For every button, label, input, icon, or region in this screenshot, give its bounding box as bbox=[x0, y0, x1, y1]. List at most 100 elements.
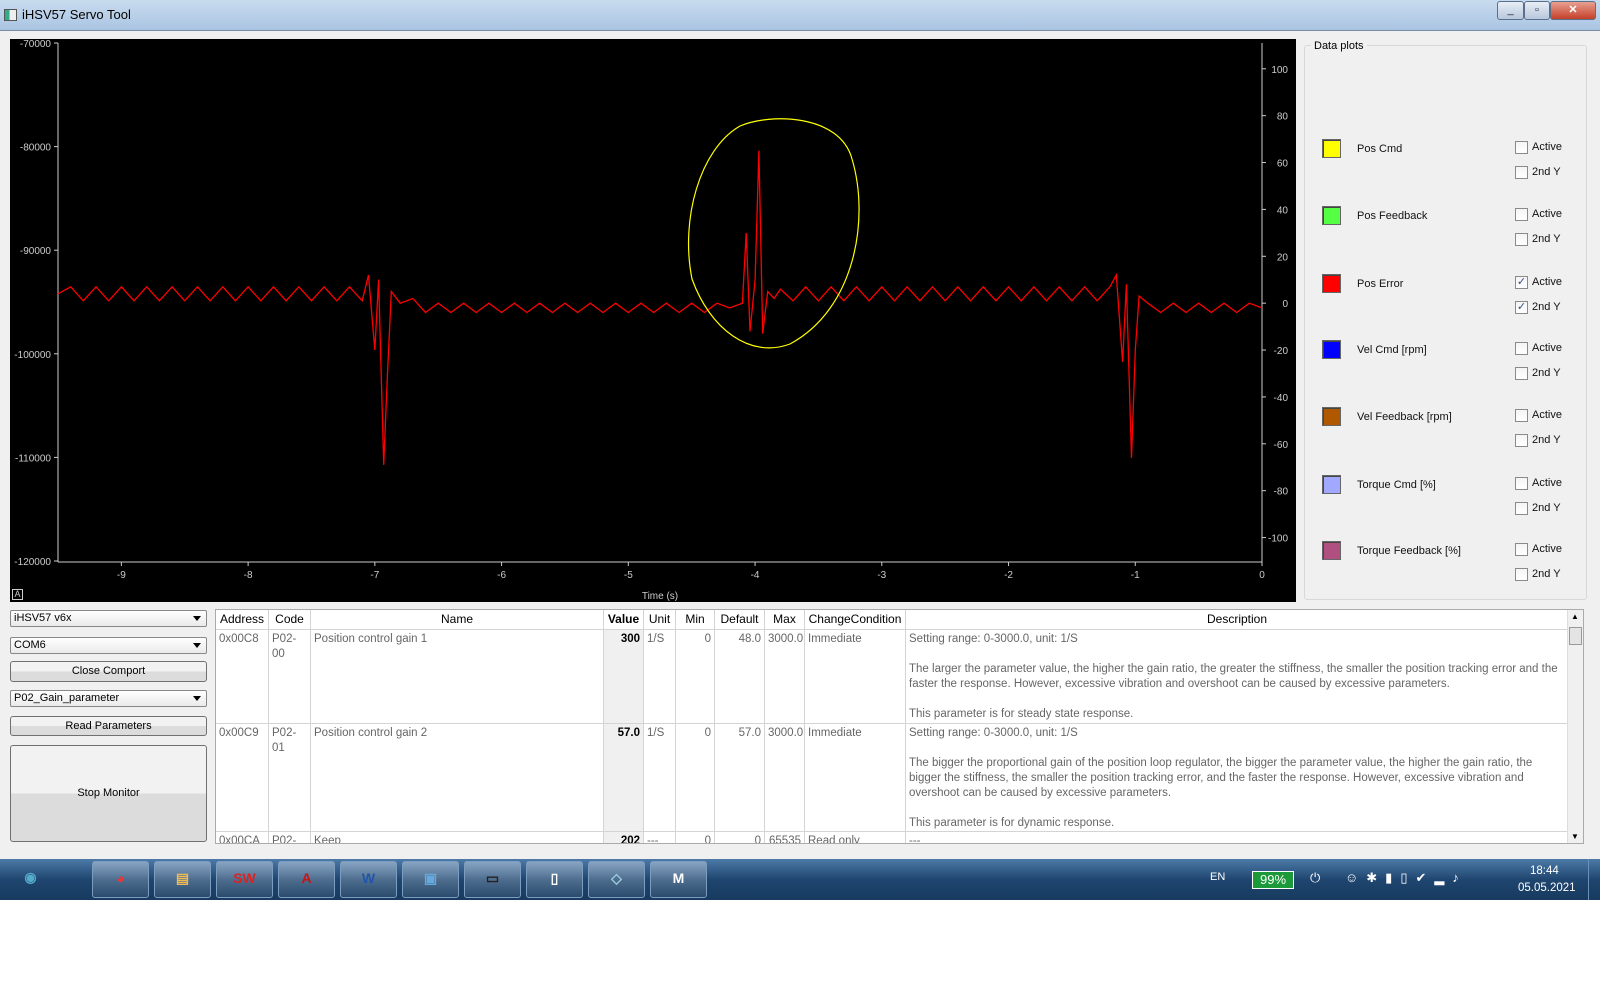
active-checkbox[interactable] bbox=[1515, 477, 1528, 490]
power-plug-icon[interactable]: ⏻ bbox=[1310, 870, 1320, 886]
table-scrollbar[interactable]: ▲ ▼ bbox=[1567, 610, 1583, 843]
cell-description[interactable]: Setting range: 0-3000.0, unit: 1/S The b… bbox=[906, 724, 1569, 832]
taskbar-acrobat[interactable]: A bbox=[278, 861, 335, 898]
cell-min[interactable]: 0 bbox=[676, 630, 715, 724]
y-right-tick-label: -20 bbox=[1274, 346, 1289, 357]
clock-time[interactable]: 18:44 bbox=[1530, 865, 1559, 877]
close-comport-button[interactable]: Close Comport bbox=[10, 661, 207, 682]
taskbar-document-app[interactable]: ◇ bbox=[588, 861, 645, 898]
taskbar-solidworks[interactable]: SW bbox=[216, 861, 273, 898]
column-header[interactable]: Default bbox=[715, 610, 765, 630]
active-checkbox[interactable]: ✓ bbox=[1515, 276, 1528, 289]
taskbar-servo-tool[interactable]: M bbox=[650, 861, 707, 898]
cell-description[interactable]: Setting range: 0-3000.0, unit: 1/S The l… bbox=[906, 630, 1569, 724]
cell-max[interactable]: 3000.0 bbox=[765, 724, 805, 832]
color-swatch[interactable] bbox=[1322, 340, 1341, 359]
second-y-checkbox[interactable] bbox=[1515, 434, 1528, 447]
param-group-select[interactable]: P02_Gain_parameter bbox=[10, 690, 207, 707]
device-select[interactable]: iHSV57 v6x bbox=[10, 610, 207, 627]
color-swatch[interactable] bbox=[1322, 139, 1341, 158]
active-checkbox[interactable] bbox=[1515, 543, 1528, 556]
cell-max[interactable]: 3000.0 bbox=[765, 630, 805, 724]
acrobat-icon: A bbox=[301, 870, 312, 886]
color-swatch[interactable] bbox=[1322, 206, 1341, 225]
close-button[interactable]: ✕ bbox=[1550, 1, 1596, 20]
cell-max[interactable]: 65535 bbox=[765, 832, 805, 843]
second-y-checkbox[interactable] bbox=[1515, 233, 1528, 246]
taskbar-file-explorer[interactable]: ▤ bbox=[154, 861, 211, 898]
cell-change[interactable]: Immediate bbox=[805, 724, 906, 832]
column-header[interactable]: Name bbox=[311, 610, 604, 630]
taskbar: ◉ ◕ ▤ SW A W ▣ ▭ ▯ ◇ M EN 99% ⏻ ☺✱▮▯✔▂♪ 18:44 05.0… bbox=[0, 859, 1600, 900]
cell-unit[interactable]: 1/S bbox=[644, 724, 676, 832]
cell-value[interactable]: 202 bbox=[604, 832, 644, 843]
taskbar-chrome[interactable]: ◕ bbox=[92, 861, 149, 898]
color-swatch[interactable] bbox=[1322, 274, 1341, 293]
tray-icons[interactable]: ☺✱▮▯✔▂♪ bbox=[1345, 870, 1467, 886]
column-header[interactable]: Code bbox=[269, 610, 311, 630]
cell-address[interactable]: 0x00CA bbox=[216, 832, 269, 843]
cell-default[interactable]: 48.0 bbox=[715, 630, 765, 724]
taskbar-windows-start[interactable]: ◉ bbox=[2, 861, 59, 898]
cell-min[interactable]: 0 bbox=[676, 832, 715, 843]
second-y-checkbox[interactable]: ✓ bbox=[1515, 301, 1528, 314]
second-y-checkbox[interactable] bbox=[1515, 502, 1528, 515]
column-header[interactable]: Address bbox=[216, 610, 269, 630]
column-header[interactable]: Max bbox=[765, 610, 805, 630]
active-checkbox[interactable] bbox=[1515, 409, 1528, 422]
language-indicator[interactable]: EN bbox=[1210, 871, 1225, 883]
second-y-checkbox[interactable] bbox=[1515, 367, 1528, 380]
column-header[interactable]: Description bbox=[906, 610, 1569, 630]
clock-date[interactable]: 05.05.2021 bbox=[1518, 882, 1576, 894]
cell-address[interactable]: 0x00C9 bbox=[216, 724, 269, 832]
taskbar-word[interactable]: W bbox=[340, 861, 397, 898]
cell-default[interactable]: 57.0 bbox=[715, 724, 765, 832]
cell-name[interactable]: Keep bbox=[311, 832, 604, 843]
active-checkbox[interactable] bbox=[1515, 342, 1528, 355]
cell-code[interactable]: P02-02 bbox=[269, 832, 311, 843]
cell-min[interactable]: 0 bbox=[676, 724, 715, 832]
taskbar-notepad[interactable]: ▯ bbox=[526, 861, 583, 898]
active-checkbox[interactable] bbox=[1515, 141, 1528, 154]
cell-description[interactable]: --- bbox=[906, 832, 1569, 843]
color-swatch[interactable] bbox=[1322, 407, 1341, 426]
stop-monitor-button[interactable]: Stop Monitor bbox=[10, 745, 207, 842]
autoscale-icon[interactable]: A bbox=[12, 589, 23, 600]
cell-unit[interactable]: --- bbox=[644, 832, 676, 843]
cell-value[interactable]: 300 bbox=[604, 630, 644, 724]
y-right-tick-label: -60 bbox=[1274, 440, 1289, 451]
cell-address[interactable]: 0x00C8 bbox=[216, 630, 269, 724]
port-select[interactable]: COM6 bbox=[10, 637, 207, 654]
read-parameters-button[interactable]: Read Parameters bbox=[10, 716, 207, 736]
active-checkbox[interactable] bbox=[1515, 208, 1528, 221]
taskbar-photo-viewer[interactable]: ▣ bbox=[402, 861, 459, 898]
show-desktop-button[interactable] bbox=[1588, 859, 1600, 900]
cell-change[interactable]: Immediate bbox=[805, 630, 906, 724]
taskbar-terminal[interactable]: ▭ bbox=[464, 861, 521, 898]
cell-default[interactable]: 0 bbox=[715, 832, 765, 843]
scroll-down-icon[interactable]: ▼ bbox=[1571, 832, 1579, 841]
scroll-up-icon[interactable]: ▲ bbox=[1571, 612, 1579, 621]
maximize-button[interactable]: ▫ bbox=[1524, 1, 1550, 20]
column-header[interactable]: Min bbox=[676, 610, 715, 630]
scrollbar-thumb[interactable] bbox=[1569, 627, 1582, 645]
y-left-tick-label: -70000 bbox=[20, 39, 52, 50]
color-swatch[interactable] bbox=[1322, 541, 1341, 560]
color-swatch[interactable] bbox=[1322, 475, 1341, 494]
minimize-button[interactable]: _ bbox=[1497, 1, 1524, 20]
y-left-tick-label: -110000 bbox=[15, 453, 51, 464]
second-y-checkbox[interactable] bbox=[1515, 166, 1528, 179]
column-header[interactable]: Value bbox=[604, 610, 644, 630]
plot-area[interactable]: -9 -8 -7 -6 -5 -4 -3 -2 -1 0 -70000 -80000 -90000 -10… bbox=[10, 39, 1296, 602]
column-header[interactable]: ChangeCondition bbox=[805, 610, 906, 630]
cell-code[interactable]: P02-01 bbox=[269, 724, 311, 832]
cell-unit[interactable]: 1/S bbox=[644, 630, 676, 724]
column-header[interactable]: Unit bbox=[644, 610, 676, 630]
cell-code[interactable]: P02-00 bbox=[269, 630, 311, 724]
second-y-checkbox[interactable] bbox=[1515, 568, 1528, 581]
battery-indicator[interactable]: 99% bbox=[1252, 871, 1294, 889]
cell-name[interactable]: Position control gain 2 bbox=[311, 724, 604, 832]
cell-name[interactable]: Position control gain 1 bbox=[311, 630, 604, 724]
cell-value[interactable]: 57.0 bbox=[604, 724, 644, 832]
cell-change[interactable]: Read only bbox=[805, 832, 906, 843]
